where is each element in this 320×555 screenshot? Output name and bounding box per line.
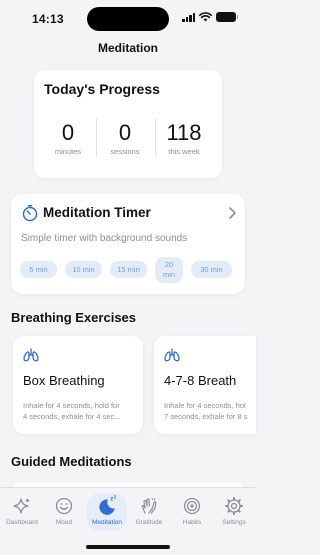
tab-label: Dashboard	[6, 519, 38, 526]
exercise-title: Box Breathing	[23, 373, 105, 388]
duration-chip-15[interactable]: 15 min	[110, 261, 147, 278]
tab-meditation[interactable]: z z Meditation	[87, 494, 127, 526]
duration-chip-30[interactable]: 30 min	[191, 261, 232, 278]
lungs-icon	[23, 348, 39, 362]
timer-subtitle: Simple timer with background sounds	[21, 233, 188, 244]
chevron-right-icon[interactable]	[227, 206, 237, 220]
duration-chip-10[interactable]: 10 min	[65, 261, 102, 278]
timer-icon	[22, 205, 38, 222]
lungs-icon	[164, 348, 180, 362]
breathing-section-title: Breathing Exercises	[11, 310, 137, 325]
duration-chip-20[interactable]: 20 min	[155, 257, 183, 283]
svg-text:z: z	[114, 494, 117, 500]
stat-label: minutes	[54, 147, 82, 156]
guided-section-title: Guided Meditations	[11, 454, 132, 469]
duration-chip-5[interactable]: 5 min	[20, 261, 57, 278]
gear-icon	[225, 497, 243, 515]
stat-value: 118	[166, 120, 202, 145]
exercise-description-line: 4 seconds, exhale for 4 sec...	[23, 412, 121, 421]
exercise-description: Inhale for 4 seconds, hold for 4 seconds…	[23, 400, 121, 422]
exercise-description-line: Inhale for 4 seconds, hol	[164, 401, 246, 410]
stat-label: this week	[168, 147, 200, 156]
tab-dashboard[interactable]: Dashboard	[2, 496, 42, 526]
dynamic-island	[87, 7, 169, 31]
wifi-icon	[199, 12, 212, 22]
stat-label: sessions	[110, 147, 140, 156]
tab-label: Habits	[182, 519, 202, 526]
exercise-description-line: Inhale for 4 seconds, hold for	[23, 401, 120, 410]
duration-chip-20-unit: min	[162, 270, 176, 279]
stat-sessions: 0 sessions	[96, 120, 154, 156]
duration-chips: 5 min 10 min 15 min 20 min 30 min	[20, 257, 232, 283]
exercise-description: Inhale for 4 seconds, hol 7 seconds, exh…	[164, 400, 247, 422]
tab-gratitude[interactable]: Gratitude	[129, 496, 169, 526]
target-icon	[183, 497, 201, 515]
moon-zzz-icon: z z	[99, 494, 117, 515]
smiley-icon	[55, 497, 73, 515]
tab-label: Settings	[222, 519, 246, 526]
duration-chip-20-number: 20	[164, 260, 174, 269]
stat-this-week: 118 this week	[155, 120, 213, 156]
exercise-card-box-breathing[interactable]: Box Breathing Inhale for 4 seconds, hold…	[13, 336, 143, 434]
hands-clap-icon	[141, 497, 157, 514]
home-indicator	[86, 545, 170, 549]
timer-title: Meditation Timer	[43, 205, 151, 220]
status-time: 14:13	[32, 12, 64, 26]
tab-mood[interactable]: Mood	[44, 496, 84, 526]
battery-icon	[216, 12, 238, 22]
sparkles-icon	[13, 498, 30, 514]
status-bar: 14:13	[0, 0, 256, 38]
cellular-signal-icon	[182, 12, 195, 22]
stat-value: 0	[118, 120, 132, 145]
stat-value: 0	[61, 120, 75, 145]
tab-habits[interactable]: Habits	[172, 496, 212, 526]
tab-label: Mood	[55, 519, 73, 526]
tab-settings[interactable]: Settings	[214, 496, 254, 526]
exercise-description-line: 7 seconds, exhale for 8 s	[164, 412, 248, 421]
progress-title: Today's Progress	[44, 81, 160, 97]
meditation-timer-card[interactable]: Meditation Timer Simple timer with backg…	[11, 194, 245, 294]
page-title: Meditation	[98, 41, 158, 55]
progress-card: Today's Progress 0 minutes 0 sessions 11…	[34, 70, 222, 178]
exercise-title: 4-7-8 Breath	[164, 373, 237, 388]
status-icons	[182, 12, 238, 22]
tab-label: Meditation	[92, 519, 122, 526]
stat-minutes: 0 minutes	[39, 120, 97, 156]
exercise-card-4-7-8[interactable]: 4-7-8 Breath Inhale for 4 seconds, hol 7…	[154, 336, 256, 434]
tab-label: Gratitude	[135, 519, 163, 526]
